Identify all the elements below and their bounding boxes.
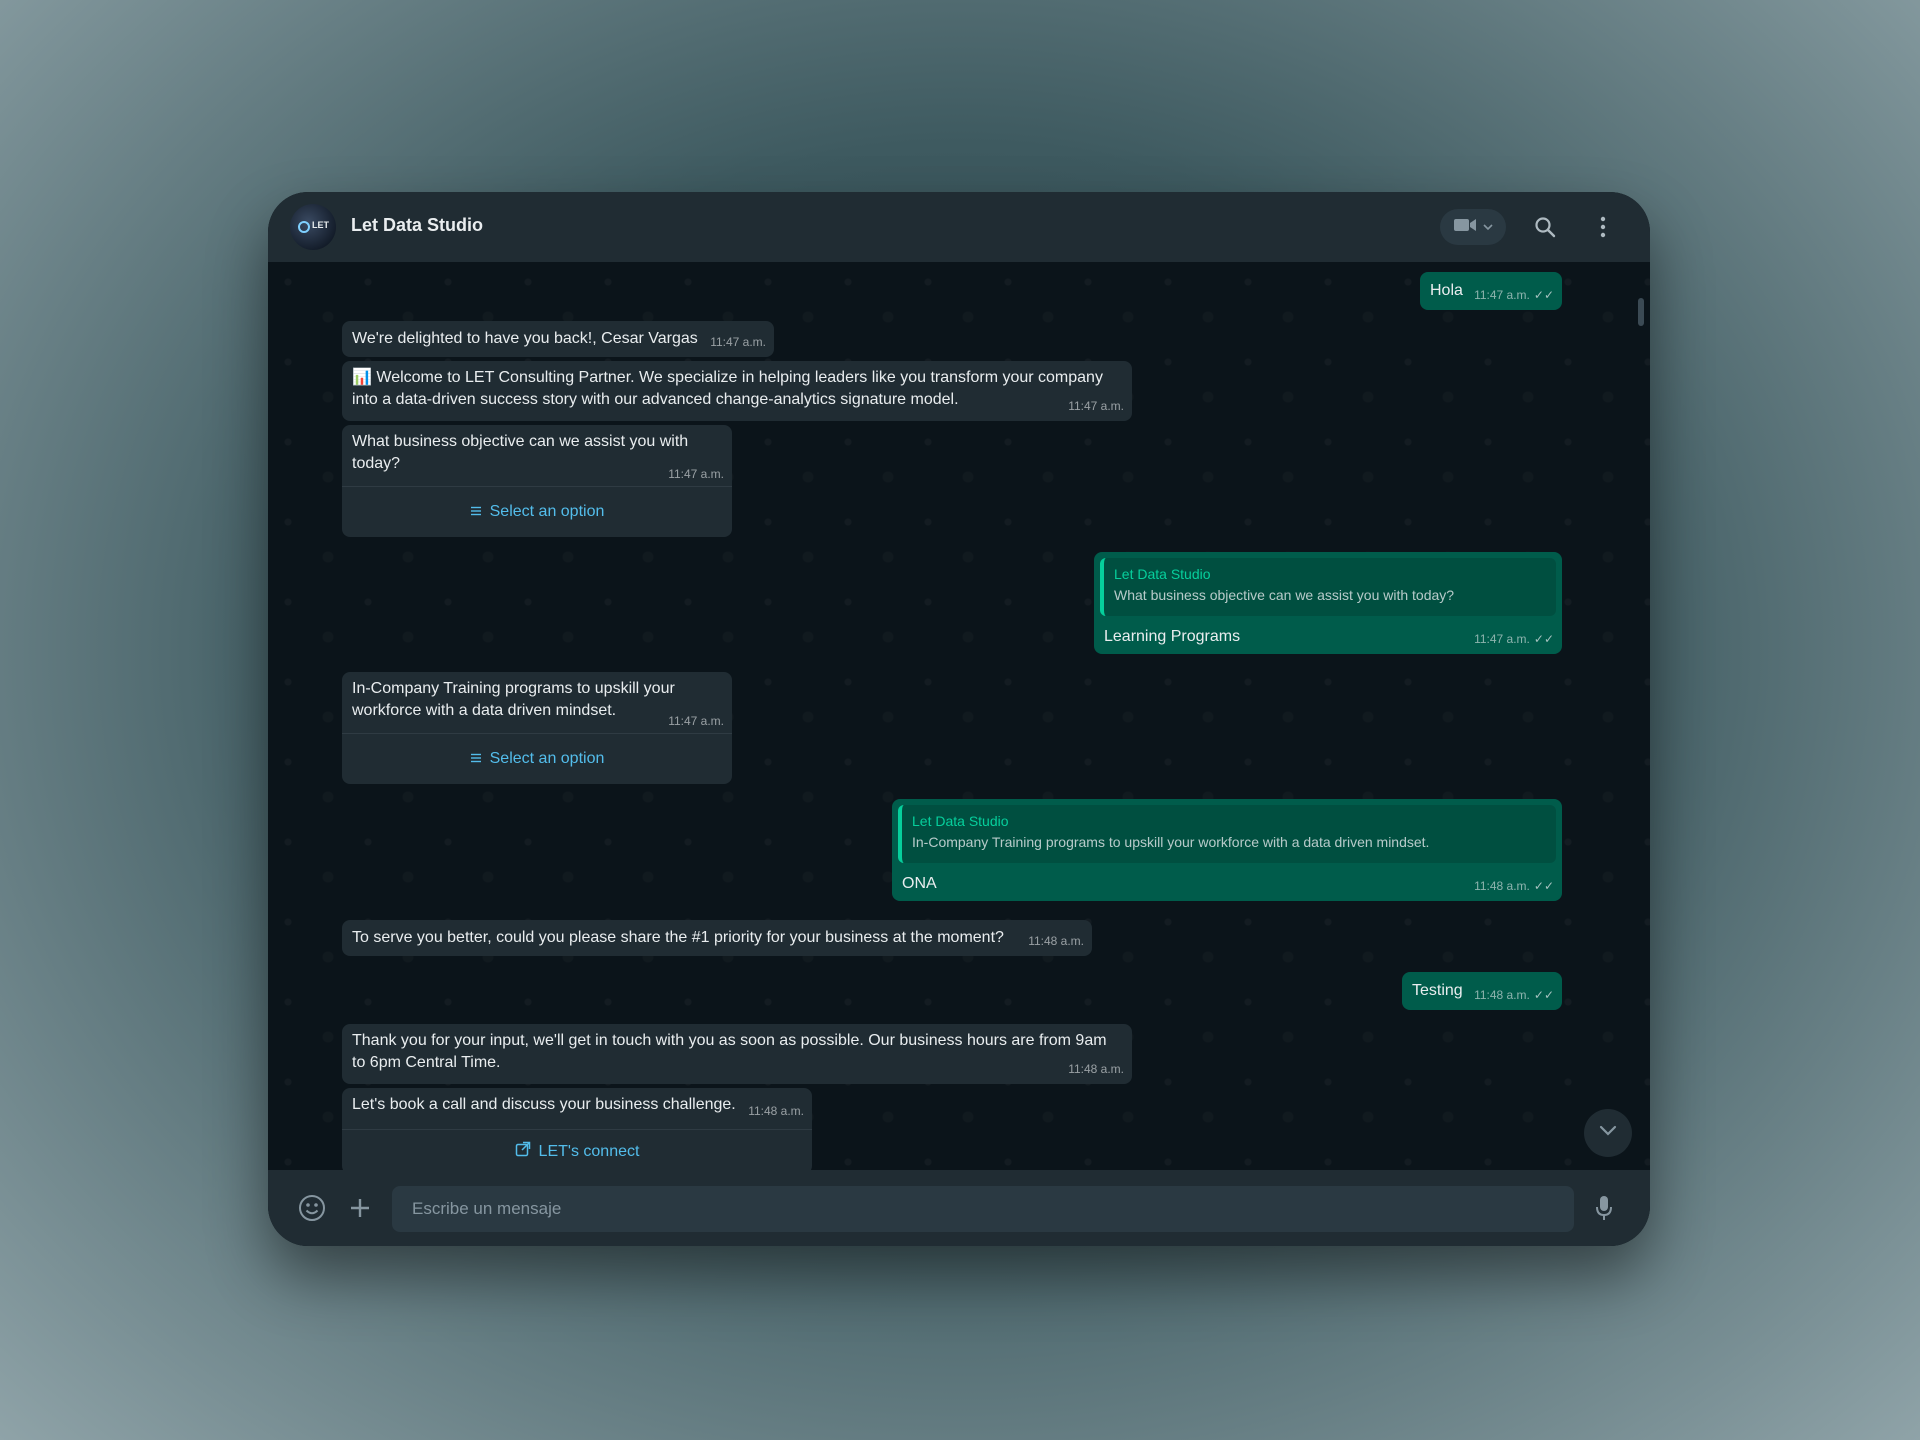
select-option-label: Select an option bbox=[489, 503, 605, 520]
quoted-sender: Let Data Studio bbox=[1114, 566, 1211, 582]
kebab-menu-icon[interactable] bbox=[1588, 212, 1618, 242]
message-time: 11:47 a.m. bbox=[1474, 288, 1530, 302]
message-text: ONA bbox=[902, 875, 937, 892]
quoted-message[interactable]: Let Data Studio What business objective … bbox=[1100, 558, 1556, 616]
quoted-message[interactable]: Let Data Studio In-Company Training prog… bbox=[898, 805, 1556, 863]
message-meta: 11:47 a.m. ✓✓ bbox=[1474, 628, 1554, 650]
double-check-icon: ✓✓ bbox=[1533, 988, 1554, 1002]
message-text: Hola bbox=[1430, 282, 1463, 299]
message-text: What business objective can we assist yo… bbox=[352, 433, 689, 472]
message-text: Learning Programs bbox=[1104, 628, 1241, 645]
external-link-icon bbox=[515, 1141, 531, 1164]
message-outgoing-reply[interactable]: Let Data Studio What business objective … bbox=[1094, 552, 1562, 654]
message-body: 📊 Welcome to LET Consulting Partner. We … bbox=[352, 367, 1122, 411]
double-check-icon: ✓✓ bbox=[1533, 632, 1554, 646]
message-time: 11:48 a.m. bbox=[1068, 1062, 1124, 1076]
message-text: Welcome to LET Consulting Partner. We sp… bbox=[352, 369, 1103, 408]
list-icon bbox=[470, 501, 482, 523]
message-time: 11:47 a.m. bbox=[668, 467, 724, 481]
quoted-sender: Let Data Studio bbox=[912, 813, 1009, 829]
message-time: 11:47 a.m. bbox=[1474, 632, 1530, 646]
message-list[interactable]: Hola 11:47 a.m. ✓✓ We're delighted to hav… bbox=[268, 262, 1650, 1170]
microphone-icon[interactable] bbox=[1588, 1192, 1620, 1224]
message-text: Testing bbox=[1412, 982, 1463, 999]
message-outgoing-reply[interactable]: Let Data Studio In-Company Training prog… bbox=[892, 799, 1562, 901]
message-outgoing[interactable]: Hola 11:47 a.m. ✓✓ bbox=[1420, 272, 1562, 310]
chat-title[interactable]: Let Data Studio bbox=[351, 215, 483, 236]
message-text: To serve you better, could you please sh… bbox=[352, 929, 1004, 946]
chat-window: LET Let Data Studio Hola 11:47 a.m. ✓✓ We… bbox=[268, 192, 1650, 1246]
message-time: 11:48 a.m. bbox=[748, 1104, 804, 1118]
message-time: 11:48 a.m. bbox=[1028, 934, 1084, 948]
video-camera-icon bbox=[1453, 217, 1477, 238]
quoted-text: In-Company Training programs to upskill … bbox=[912, 834, 1430, 850]
scroll-to-bottom-button[interactable] bbox=[1584, 1109, 1632, 1157]
avatar[interactable]: LET bbox=[290, 204, 336, 250]
logo-mark bbox=[298, 221, 310, 233]
video-call-button[interactable] bbox=[1440, 209, 1506, 245]
message-incoming[interactable]: We're delighted to have you back!, Cesar… bbox=[342, 321, 774, 357]
double-check-icon: ✓✓ bbox=[1533, 879, 1554, 893]
message-meta: 11:47 a.m. ✓✓ bbox=[1474, 284, 1554, 306]
message-incoming-with-options[interactable]: What business objective can we assist yo… bbox=[342, 425, 732, 537]
search-icon[interactable] bbox=[1530, 212, 1560, 242]
message-composer bbox=[268, 1170, 1650, 1246]
message-text: We're delighted to have you back!, Cesar… bbox=[352, 330, 698, 347]
message-text: Thank you for your input, we'll get in t… bbox=[352, 1032, 1107, 1071]
lets-connect-label: LET's connect bbox=[538, 1143, 640, 1160]
plus-icon[interactable] bbox=[344, 1192, 376, 1224]
chart-emoji-icon: 📊 bbox=[352, 369, 372, 386]
emoji-icon[interactable] bbox=[296, 1192, 328, 1224]
message-input[interactable] bbox=[392, 1186, 1574, 1232]
select-option-button[interactable]: Select an option bbox=[342, 733, 732, 784]
message-incoming[interactable]: Thank you for your input, we'll get in t… bbox=[342, 1024, 1132, 1084]
chevron-down-icon bbox=[1599, 1124, 1617, 1142]
select-option-label: Select an option bbox=[489, 750, 605, 767]
message-time: 11:48 a.m. bbox=[1474, 879, 1530, 893]
message-text: Let's book a call and discuss your busin… bbox=[352, 1096, 736, 1113]
message-incoming[interactable]: 📊 Welcome to LET Consulting Partner. We … bbox=[342, 361, 1132, 421]
message-time: 11:47 a.m. bbox=[710, 335, 766, 349]
chevron-down-icon bbox=[1483, 218, 1493, 236]
scrollbar[interactable] bbox=[1638, 298, 1644, 326]
message-incoming-with-cta[interactable]: Let's book a call and discuss your busin… bbox=[342, 1088, 812, 1170]
message-time: 11:47 a.m. bbox=[668, 714, 724, 728]
double-check-icon: ✓✓ bbox=[1533, 288, 1554, 302]
message-meta: 11:48 a.m. ✓✓ bbox=[1474, 984, 1554, 1006]
select-option-button[interactable]: Select an option bbox=[342, 486, 732, 537]
chat-header: LET Let Data Studio bbox=[268, 192, 1650, 262]
message-meta: 11:48 a.m. ✓✓ bbox=[1474, 875, 1554, 897]
message-text: In-Company Training programs to upskill … bbox=[352, 680, 675, 719]
list-icon bbox=[470, 748, 482, 770]
message-time: 11:47 a.m. bbox=[1068, 399, 1124, 413]
message-incoming-with-options[interactable]: In-Company Training programs to upskill … bbox=[342, 672, 732, 784]
quoted-text: What business objective can we assist yo… bbox=[1114, 587, 1455, 603]
avatar-logo-text: LET bbox=[312, 220, 329, 230]
lets-connect-button[interactable]: LET's connect bbox=[342, 1129, 812, 1170]
message-outgoing[interactable]: Testing 11:48 a.m. ✓✓ bbox=[1402, 972, 1562, 1010]
message-time: 11:48 a.m. bbox=[1474, 988, 1530, 1002]
message-incoming[interactable]: To serve you better, could you please sh… bbox=[342, 920, 1092, 956]
